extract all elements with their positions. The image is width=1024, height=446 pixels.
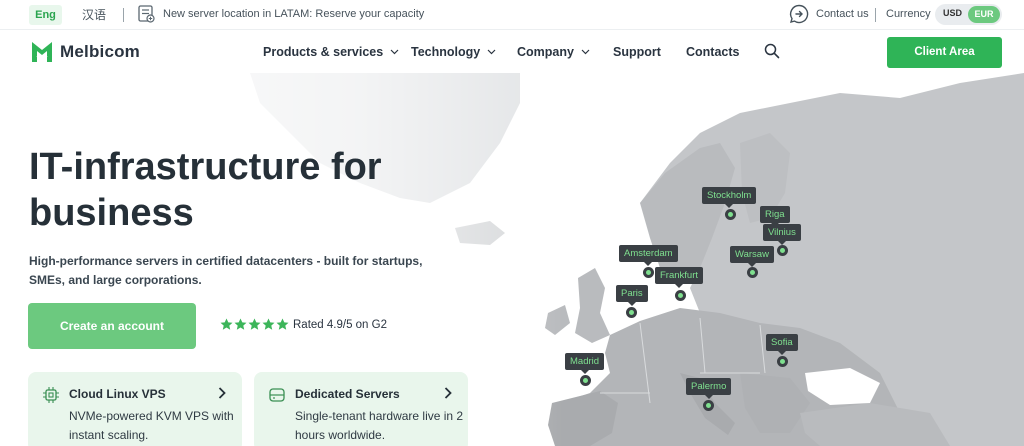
map-label-sofia: Sofia bbox=[766, 334, 798, 355]
star-icon bbox=[248, 318, 261, 330]
currency-usd[interactable]: USD bbox=[943, 8, 962, 18]
card-title: Cloud Linux VPS bbox=[69, 387, 166, 401]
currency-eur[interactable]: EUR bbox=[968, 6, 1000, 23]
map-marker-sofia[interactable] bbox=[777, 356, 788, 367]
map-label-madrid: Madrid bbox=[565, 353, 605, 374]
map-marker-frankfurt[interactable] bbox=[675, 290, 686, 301]
map-marker-madrid[interactable] bbox=[580, 375, 591, 386]
nav-company[interactable]: Company bbox=[517, 45, 590, 59]
card-dedicated-servers[interactable]: Dedicated Servers Single-tenant hardware… bbox=[254, 372, 468, 446]
map-label-stockholm: Stockholm bbox=[702, 187, 757, 208]
divider bbox=[123, 8, 124, 22]
nav-label: Support bbox=[613, 45, 661, 59]
brand-name: Melbicom bbox=[60, 42, 141, 61]
client-area-button[interactable]: Client Area bbox=[887, 37, 1002, 68]
star-icon bbox=[262, 318, 275, 330]
rating-text: Rated 4.9/5 on G2 bbox=[293, 319, 387, 331]
currency-label: Currency bbox=[886, 8, 931, 20]
brand-logo[interactable]: Melbicom bbox=[30, 39, 140, 65]
nav-label: Technology bbox=[411, 45, 481, 59]
star-icon bbox=[276, 318, 289, 330]
chip-icon bbox=[43, 387, 59, 403]
announcement-link[interactable]: New server location in LATAM: Reserve yo… bbox=[163, 8, 424, 20]
nav-products-services[interactable]: Products & services bbox=[263, 45, 399, 59]
chat-icon[interactable] bbox=[788, 3, 810, 25]
map-label-palermo: Palermo bbox=[686, 378, 732, 399]
nav-label: Company bbox=[517, 45, 574, 59]
chevron-down-icon bbox=[581, 49, 590, 55]
map-marker-vilnius[interactable] bbox=[777, 245, 788, 256]
card-title: Dedicated Servers bbox=[295, 387, 400, 401]
map-marker-palermo[interactable] bbox=[703, 400, 714, 411]
nav-contacts[interactable]: Contacts bbox=[686, 45, 739, 59]
rating-stars bbox=[220, 318, 289, 331]
search-icon[interactable] bbox=[764, 43, 780, 59]
map-label-frankfurt: Frankfurt bbox=[655, 267, 704, 288]
nav-label: Products & services bbox=[263, 45, 384, 59]
card-cloud-linux-vps[interactable]: Cloud Linux VPS NVMe-powered KVM VPS wit… bbox=[28, 372, 242, 446]
hero-subtitle: High-performance servers in certified da… bbox=[29, 254, 423, 287]
server-location-icon bbox=[138, 5, 155, 23]
map-label-vilnius: Vilnius bbox=[763, 224, 801, 245]
star-icon bbox=[220, 318, 233, 330]
map-label-amsterdam: Amsterdam bbox=[619, 245, 678, 266]
top-bar: Eng 汉语 New server location in LATAM: Res… bbox=[0, 0, 1024, 30]
star-icon bbox=[234, 318, 247, 330]
map-marker-stockholm[interactable] bbox=[725, 209, 736, 220]
map-marker-warsaw[interactable] bbox=[747, 267, 758, 278]
chevron-down-icon bbox=[390, 49, 399, 55]
language-english[interactable]: Eng bbox=[29, 5, 62, 25]
create-account-button[interactable]: Create an account bbox=[28, 303, 196, 349]
language-chinese[interactable]: 汉语 bbox=[82, 5, 106, 25]
server-icon bbox=[269, 388, 285, 402]
map-label-riga: Riga bbox=[760, 206, 790, 227]
chevron-right-icon bbox=[444, 387, 452, 399]
contact-us-link[interactable]: Contact us bbox=[816, 8, 869, 20]
chevron-down-icon bbox=[487, 49, 496, 55]
melbicom-logo-icon bbox=[32, 42, 52, 62]
map-label-warsaw: Warsaw bbox=[730, 246, 774, 267]
nav-label: Contacts bbox=[686, 45, 740, 59]
nav-technology[interactable]: Technology bbox=[411, 45, 496, 59]
divider bbox=[875, 8, 876, 22]
page-title: IT-infrastructure for business bbox=[29, 146, 382, 234]
card-description: NVMe-powered KVM VPS with instant scalin… bbox=[69, 409, 234, 442]
map-label-paris: Paris bbox=[616, 285, 648, 306]
map-marker-amsterdam[interactable] bbox=[643, 267, 654, 278]
map-marker-paris[interactable] bbox=[626, 307, 637, 318]
chevron-right-icon bbox=[218, 387, 226, 399]
currency-toggle[interactable]: USD EUR bbox=[935, 4, 1002, 25]
nav-support[interactable]: Support bbox=[613, 45, 661, 59]
card-description: Single-tenant hardware live in 2 hours w… bbox=[295, 409, 464, 442]
